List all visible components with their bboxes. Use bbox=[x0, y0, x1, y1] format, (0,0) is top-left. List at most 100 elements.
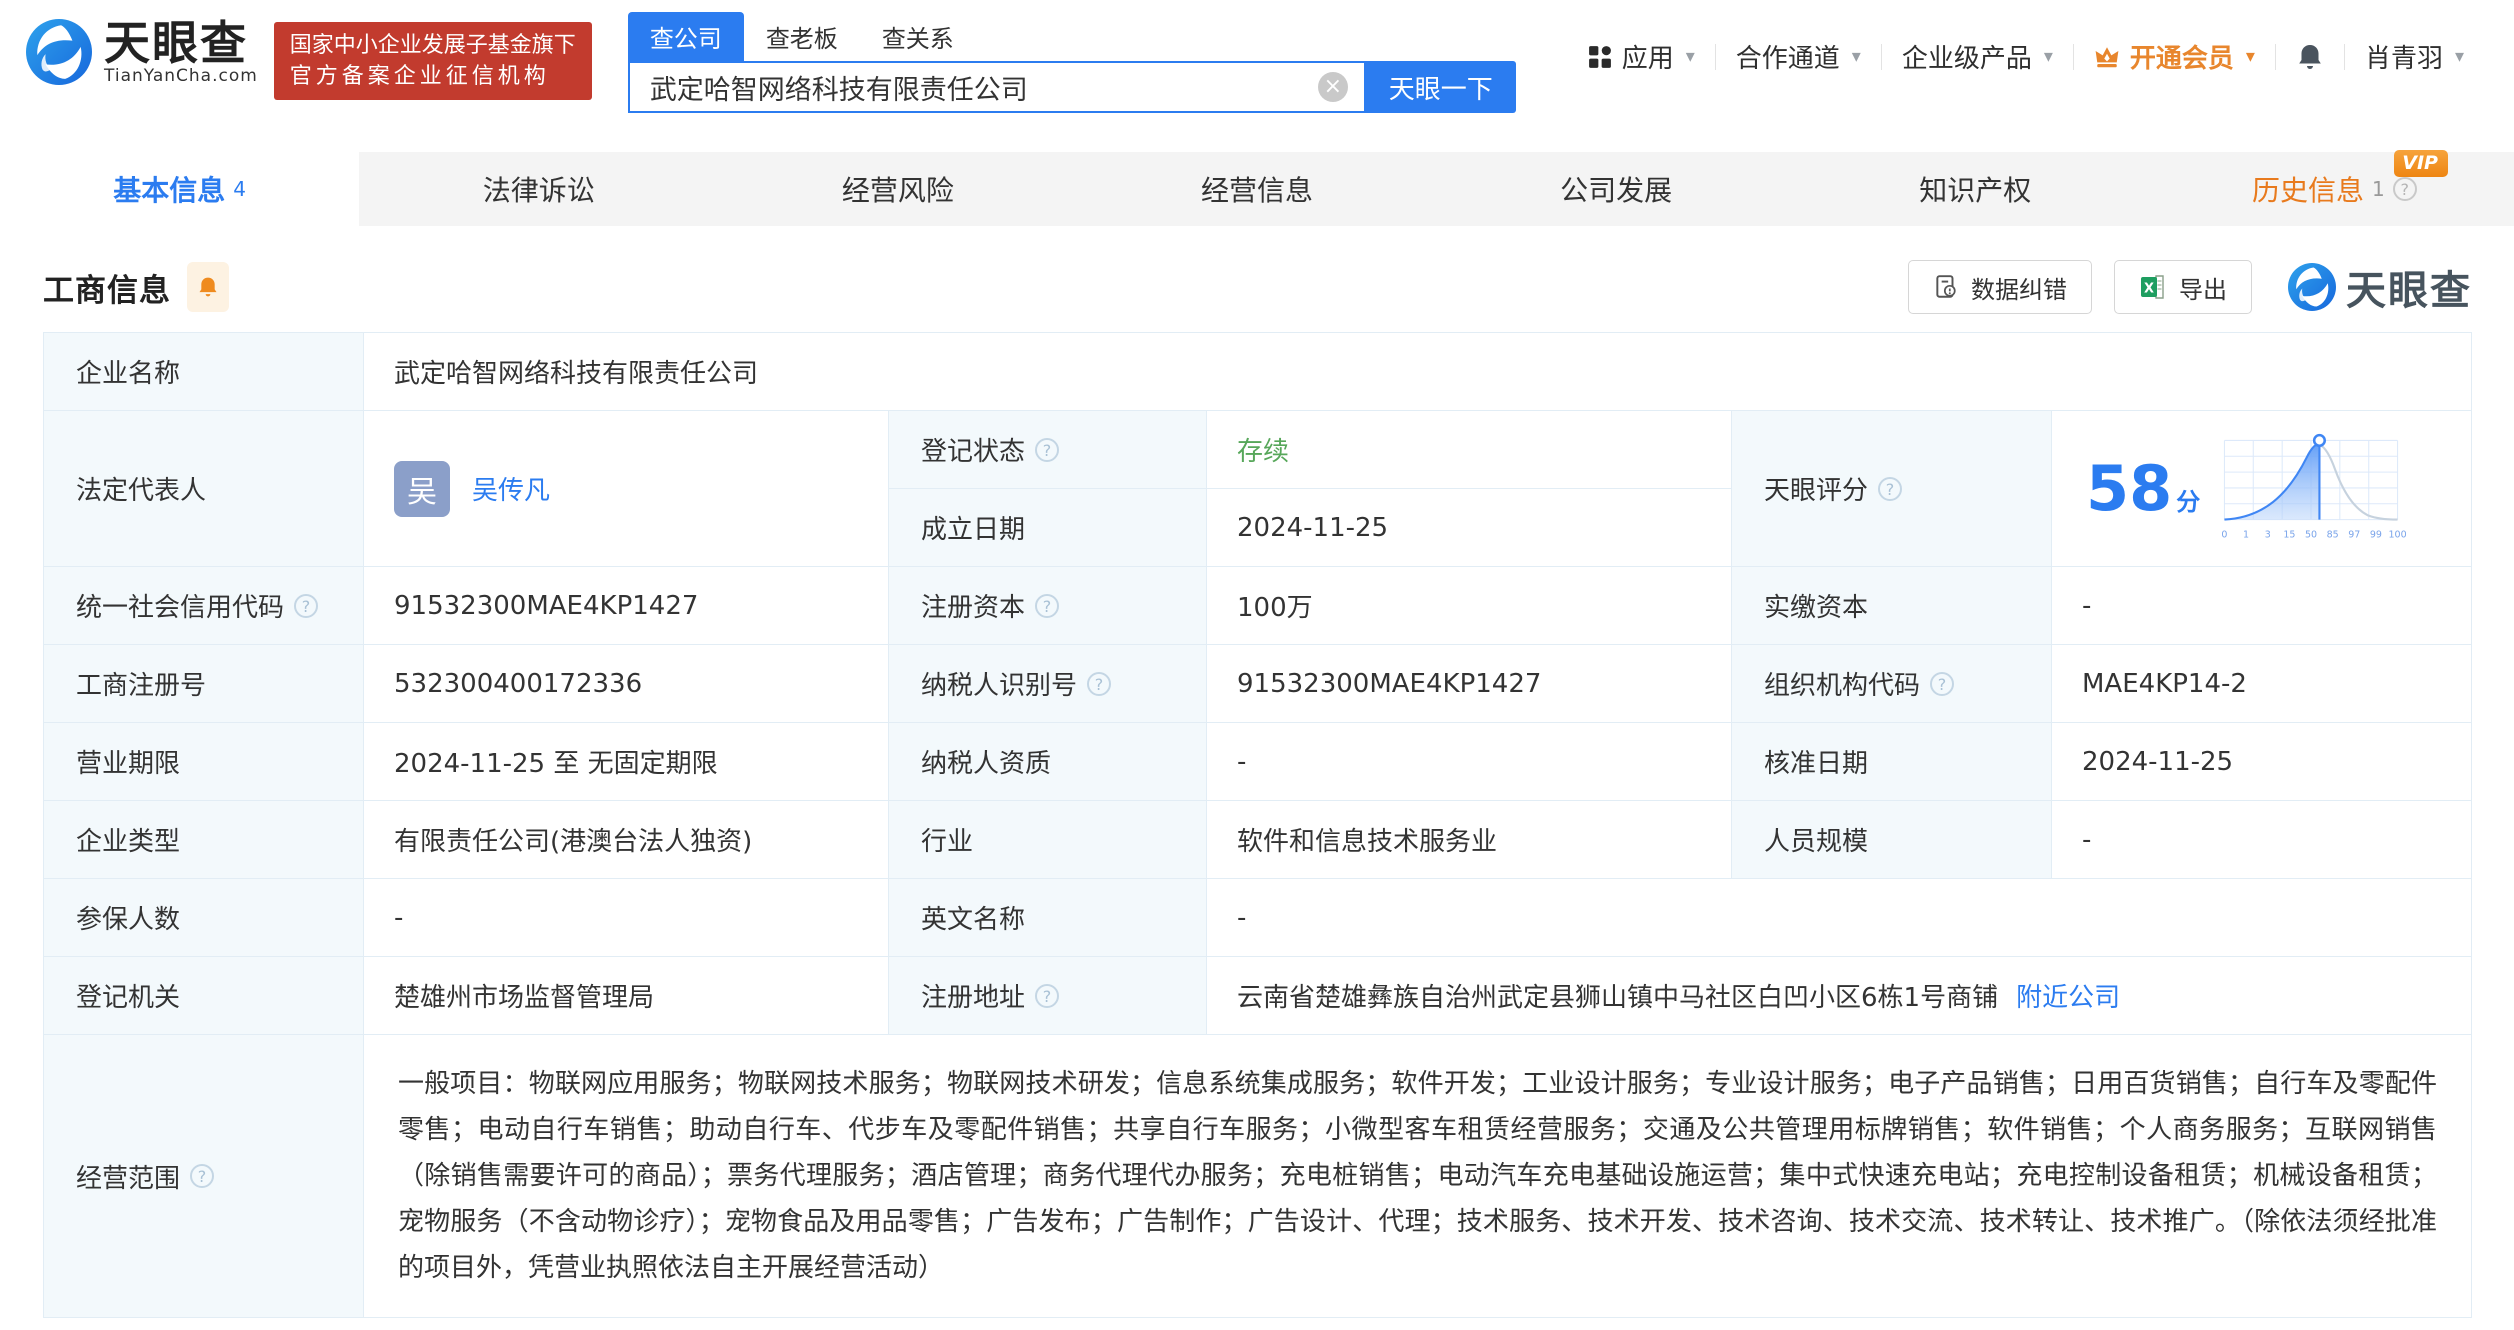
top-header: 天眼查 TianYanCha.com 国家中小企业发展子基金旗下 官方备案企业征… bbox=[0, 0, 2514, 108]
tab-label: 经营信息 bbox=[1201, 169, 1313, 209]
export-label: 导出 bbox=[2179, 270, 2227, 305]
search-tab-relation[interactable]: 查关系 bbox=[860, 12, 976, 61]
field-label-business-term: 营业期限 bbox=[44, 723, 364, 801]
section-head: 工商信息 数据纠错 bbox=[43, 256, 2472, 318]
tab-company-development[interactable]: 公司发展 bbox=[1437, 152, 1796, 226]
help-icon[interactable]: ? bbox=[294, 594, 318, 618]
notification-bell-button[interactable] bbox=[2276, 42, 2344, 72]
svg-text:15: 15 bbox=[2284, 529, 2296, 540]
field-label-reg-capital: 注册资本 ? bbox=[889, 567, 1207, 645]
tab-label: 知识产权 bbox=[1919, 169, 2031, 209]
tianyancha-company-page: 天眼查 TianYanCha.com 国家中小企业发展子基金旗下 官方备案企业征… bbox=[0, 0, 2514, 1330]
help-icon[interactable]: ? bbox=[1035, 984, 1059, 1008]
excel-icon: X bbox=[2139, 273, 2167, 301]
help-icon[interactable]: ? bbox=[1035, 438, 1059, 462]
help-icon[interactable]: ? bbox=[1035, 594, 1059, 618]
search-block: 查公司 查老板 查关系 × 天眼一下 bbox=[628, 12, 1516, 113]
user-name: 肖青羽 bbox=[2365, 38, 2443, 75]
field-label-business-scope: 经营范围 ? bbox=[44, 1035, 364, 1317]
clear-icon[interactable]: × bbox=[1318, 72, 1348, 102]
field-value-taxpayer-id: 91532300MAE4KP1427 bbox=[1207, 645, 1732, 723]
legal-rep-name-link[interactable]: 吴传凡 bbox=[472, 470, 550, 507]
field-value-reg-number: 532300400172336 bbox=[364, 645, 889, 723]
data-correction-icon bbox=[1933, 274, 1959, 300]
tab-basic-info[interactable]: 基本信息 4 bbox=[0, 152, 359, 226]
tab-business-risk[interactable]: 经营风险 bbox=[718, 152, 1077, 226]
data-correction-button[interactable]: 数据纠错 bbox=[1908, 260, 2092, 314]
field-label-industry: 行业 bbox=[889, 801, 1207, 879]
menu-enterprise[interactable]: 企业级产品 ▾ bbox=[1882, 38, 2073, 75]
field-label-credit-code: 统一社会信用代码 ? bbox=[44, 567, 364, 645]
field-label-tyc-score: 天眼评分 ? bbox=[1732, 411, 2052, 567]
subscribe-bell-button[interactable] bbox=[187, 262, 229, 312]
watermark-text: 天眼查 bbox=[2346, 258, 2472, 316]
tab-legal-proceedings[interactable]: 法律诉讼 bbox=[359, 152, 718, 226]
field-value-reg-status: 存续 bbox=[1207, 411, 1732, 489]
tab-business-info[interactable]: 经营信息 bbox=[1077, 152, 1436, 226]
help-icon[interactable]: ? bbox=[2393, 177, 2417, 201]
menu-enterprise-label: 企业级产品 bbox=[1902, 38, 2032, 75]
data-correction-label: 数据纠错 bbox=[1971, 270, 2067, 305]
field-value-org-code: MAE4KP14-2 bbox=[2052, 645, 2471, 723]
svg-text:3: 3 bbox=[2265, 529, 2271, 540]
menu-vip-upgrade[interactable]: 开通会员 ▾ bbox=[2074, 38, 2275, 75]
official-certification-badge: 国家中小企业发展子基金旗下 官方备案企业征信机构 bbox=[274, 22, 592, 100]
field-value-tyc-score[interactable]: 58分 bbox=[2052, 411, 2471, 567]
field-value-reg-capital: 100万 bbox=[1207, 567, 1732, 645]
field-label-reg-status: 登记状态 ? bbox=[889, 411, 1207, 489]
tab-label: 经营风险 bbox=[842, 169, 954, 209]
caret-down-icon: ▾ bbox=[2246, 46, 2255, 67]
menu-apps[interactable]: 应用 ▾ bbox=[1568, 38, 1715, 75]
search-input[interactable] bbox=[630, 72, 1318, 103]
export-button[interactable]: X 导出 bbox=[2114, 260, 2252, 314]
search-tab-boss[interactable]: 查老板 bbox=[744, 12, 860, 61]
tab-count: 4 bbox=[233, 177, 246, 201]
menu-cooperation[interactable]: 合作通道 ▾ bbox=[1716, 38, 1881, 75]
search-button[interactable]: 天眼一下 bbox=[1366, 61, 1516, 113]
field-value-business-term: 2024-11-25 至 无固定期限 bbox=[364, 723, 889, 801]
section-title: 工商信息 bbox=[43, 265, 171, 310]
legal-rep-avatar[interactable]: 吴 bbox=[394, 461, 450, 517]
nearby-companies-link[interactable]: 附近公司 bbox=[2016, 977, 2120, 1014]
field-value-approval-date: 2024-11-25 bbox=[2052, 723, 2471, 801]
caret-down-icon: ▾ bbox=[2455, 46, 2464, 67]
search-input-wrap: × bbox=[628, 61, 1366, 113]
caret-down-icon: ▾ bbox=[1686, 46, 1695, 67]
field-value-taxpayer-quality: - bbox=[1207, 723, 1732, 801]
score-distribution-chart: 0 1 3 15 50 85 97 99 100 bbox=[2216, 428, 2406, 550]
field-label-establish-date: 成立日期 bbox=[889, 489, 1207, 567]
help-icon[interactable]: ? bbox=[190, 1164, 214, 1188]
field-label-english-name: 英文名称 bbox=[889, 879, 1207, 957]
field-value-staff-size: - bbox=[2052, 801, 2471, 879]
help-icon[interactable]: ? bbox=[1930, 672, 1954, 696]
top-menu: 应用 ▾ 合作通道 ▾ 企业级产品 ▾ 开通会员 ▾ bbox=[1568, 38, 2484, 75]
tab-intellectual-property[interactable]: 知识产权 bbox=[1796, 152, 2155, 226]
field-label-company-type: 企业类型 bbox=[44, 801, 364, 879]
field-value-insured-count: - bbox=[364, 879, 889, 957]
badge-line1: 国家中小企业发展子基金旗下 bbox=[290, 30, 576, 61]
svg-text:0: 0 bbox=[2222, 529, 2228, 540]
score-number: 58 bbox=[2086, 452, 2172, 525]
tianyancha-logo[interactable]: 天眼查 TianYanCha.com bbox=[26, 18, 258, 86]
field-label-taxpayer-quality: 纳税人资质 bbox=[889, 723, 1207, 801]
field-value-reg-address: 云南省楚雄彝族自治州武定县狮山镇中马社区白凹小区6栋1号商铺 附近公司 bbox=[1207, 957, 2471, 1035]
address-text: 云南省楚雄彝族自治州武定县狮山镇中马社区白凹小区6栋1号商铺 bbox=[1237, 977, 1998, 1014]
field-value-company-type: 有限责任公司(港澳台法人独资) bbox=[364, 801, 889, 879]
search-tab-company[interactable]: 查公司 bbox=[628, 12, 744, 61]
field-label-insured-count: 参保人数 bbox=[44, 879, 364, 957]
menu-vip-label: 开通会员 bbox=[2130, 38, 2234, 75]
badge-line2: 官方备案企业征信机构 bbox=[290, 61, 576, 92]
field-value-establish-date: 2024-11-25 bbox=[1207, 489, 1732, 567]
help-icon[interactable]: ? bbox=[1878, 477, 1902, 501]
score-unit: 分 bbox=[2176, 488, 2200, 516]
svg-text:X: X bbox=[2144, 282, 2154, 297]
apps-grid-icon bbox=[1588, 45, 1612, 69]
field-value-reg-authority: 楚雄州市场监督管理局 bbox=[364, 957, 889, 1035]
field-value-business-scope: 一般项目：物联网应用服务；物联网技术服务；物联网技术研发；信息系统集成服务；软件… bbox=[364, 1035, 2471, 1317]
field-label-approval-date: 核准日期 bbox=[1732, 723, 2052, 801]
menu-user[interactable]: 肖青羽 ▾ bbox=[2345, 38, 2484, 75]
tab-label: 历史信息 bbox=[2252, 169, 2364, 209]
help-icon[interactable]: ? bbox=[1087, 672, 1111, 696]
tab-history-info[interactable]: VIP 历史信息 1 ? bbox=[2155, 152, 2514, 226]
tab-label: 法律诉讼 bbox=[483, 169, 595, 209]
